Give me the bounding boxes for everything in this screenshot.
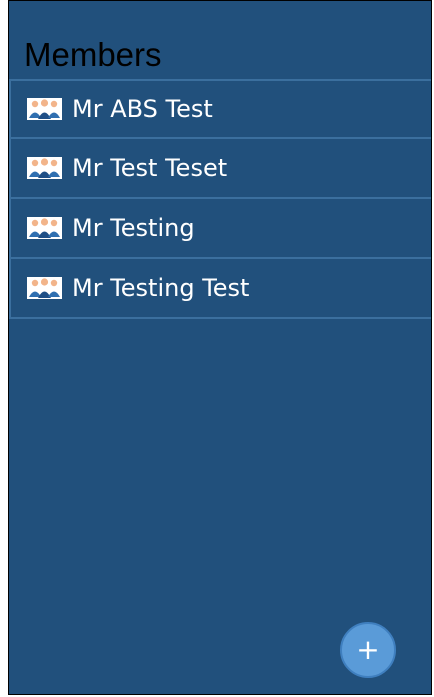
member-list: Mr ABS Test Mr Test Teset Mr Testing Mr … [9, 79, 431, 319]
plus-icon: + [356, 633, 380, 666]
group-icon [27, 277, 62, 299]
group-icon [27, 157, 62, 179]
list-item[interactable]: Mr ABS Test [9, 79, 431, 139]
group-icon [27, 98, 62, 120]
add-member-button[interactable]: + [340, 622, 396, 678]
member-name: Mr Test Teset [72, 154, 228, 182]
list-item[interactable]: Mr Testing Test [9, 257, 431, 319]
group-icon [27, 217, 62, 239]
member-name: Mr Testing [72, 214, 195, 242]
member-name: Mr Testing Test [72, 274, 250, 302]
members-screen: Members Mr ABS Test Mr Test Teset Mr Tes… [8, 0, 432, 695]
member-name: Mr ABS Test [72, 95, 213, 123]
page-title: Members [24, 36, 162, 73]
list-item[interactable]: Mr Test Teset [9, 137, 431, 199]
list-item[interactable]: Mr Testing [9, 197, 431, 259]
